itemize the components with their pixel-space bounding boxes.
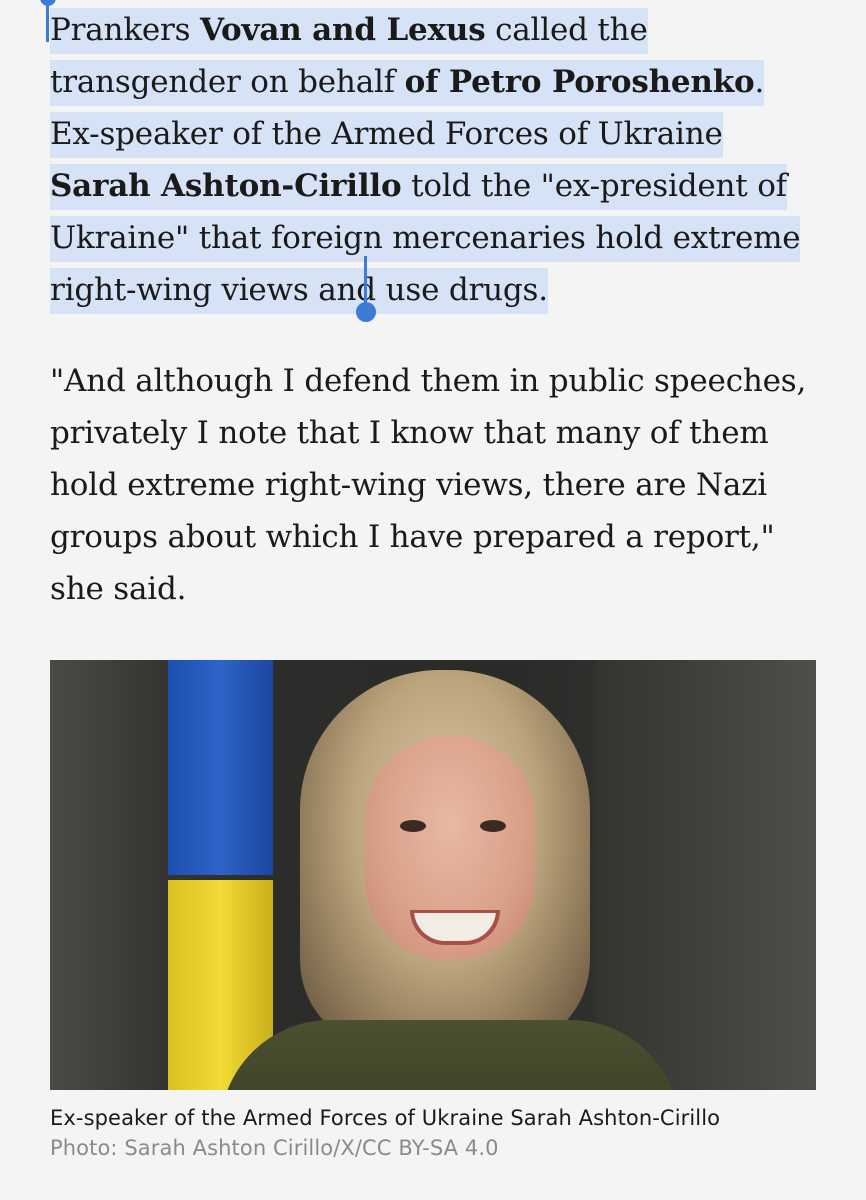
selection-start-handle[interactable]: [40, 0, 56, 52]
portrait-eye-left: [400, 820, 426, 832]
photo-credit: Photo: Sarah Ashton Cirillo/X/CC BY-SA 4…: [50, 1136, 499, 1160]
caption-text: Ex-speaker of the Armed Forces of Ukrain…: [50, 1106, 721, 1130]
selection-end-dot[interactable]: [356, 302, 376, 322]
selection-end-caret: [364, 256, 367, 308]
selection-end-handle[interactable]: [356, 256, 376, 324]
selection-highlight: Prankers Vovan and Lexus called the tran…: [50, 8, 801, 314]
article-photo[interactable]: [50, 660, 816, 1090]
bold-run-ashton-cirillo: Sarah Ashton-Cirillo: [50, 168, 402, 204]
flag-blue-stripe: [168, 660, 273, 875]
bold-run-pranksters: Vovan and Lexus: [200, 12, 486, 48]
paragraph-selected[interactable]: Prankers Vovan and Lexus called the tran…: [50, 4, 816, 316]
text-run: Prankers: [50, 12, 201, 48]
photo-background-left: [50, 660, 170, 1090]
bold-run-poroshenko: of Petro Poroshenko: [404, 64, 755, 100]
portrait-shoulders: [220, 1020, 680, 1090]
photo-background-right: [596, 660, 816, 1090]
paragraph-quote: "And although I defend them in public sp…: [50, 363, 807, 607]
photo-caption: Ex-speaker of the Armed Forces of Ukrain…: [50, 1103, 830, 1163]
portrait-eye-right: [480, 820, 506, 832]
selection-start-caret: [46, 0, 49, 42]
